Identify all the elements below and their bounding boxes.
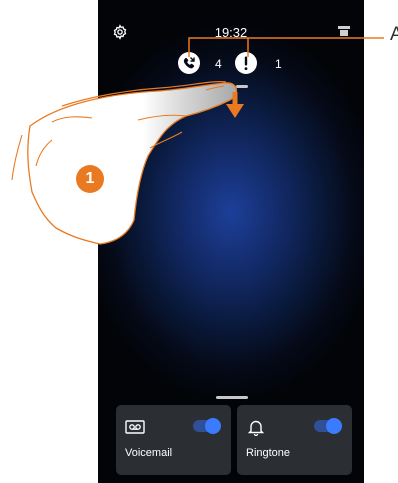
- manual-illustration: 19:32 4 1 Voicemail Ringtone A 1: [0, 0, 398, 483]
- ringtone-toggle[interactable]: [314, 418, 342, 434]
- drag-handle-bottom[interactable]: [216, 396, 248, 399]
- voicemail-icon: [125, 420, 145, 434]
- voicemail-label: Voicemail: [125, 447, 173, 459]
- intercom-device-icon: [338, 26, 350, 36]
- missed-call-count: 4: [215, 57, 222, 71]
- ringtone-toggle-knob: [326, 418, 342, 434]
- alert-button[interactable]: [235, 52, 257, 74]
- callout-label: A: [390, 24, 398, 45]
- drag-handle-top[interactable]: [236, 85, 248, 88]
- step-number-badge: 1: [76, 165, 104, 193]
- voicemail-toggle-knob: [205, 418, 221, 434]
- exclamation-icon: [244, 56, 248, 70]
- voicemail-toggle[interactable]: [193, 418, 221, 434]
- clock: 19:32: [214, 25, 248, 40]
- missed-call-icon: [183, 57, 195, 69]
- voicemail-tile[interactable]: Voicemail: [116, 405, 231, 475]
- notification-bar: 4 1: [98, 52, 364, 76]
- alert-count: 1: [275, 57, 282, 71]
- device-screen: 19:32 4 1 Voicemail Ringtone: [98, 0, 364, 483]
- ringtone-label: Ringtone: [246, 447, 291, 459]
- missed-call-button[interactable]: [178, 52, 200, 74]
- status-bar: 19:32: [98, 21, 364, 41]
- bell-icon: [247, 420, 265, 436]
- ringtone-tile[interactable]: Ringtone: [237, 405, 352, 475]
